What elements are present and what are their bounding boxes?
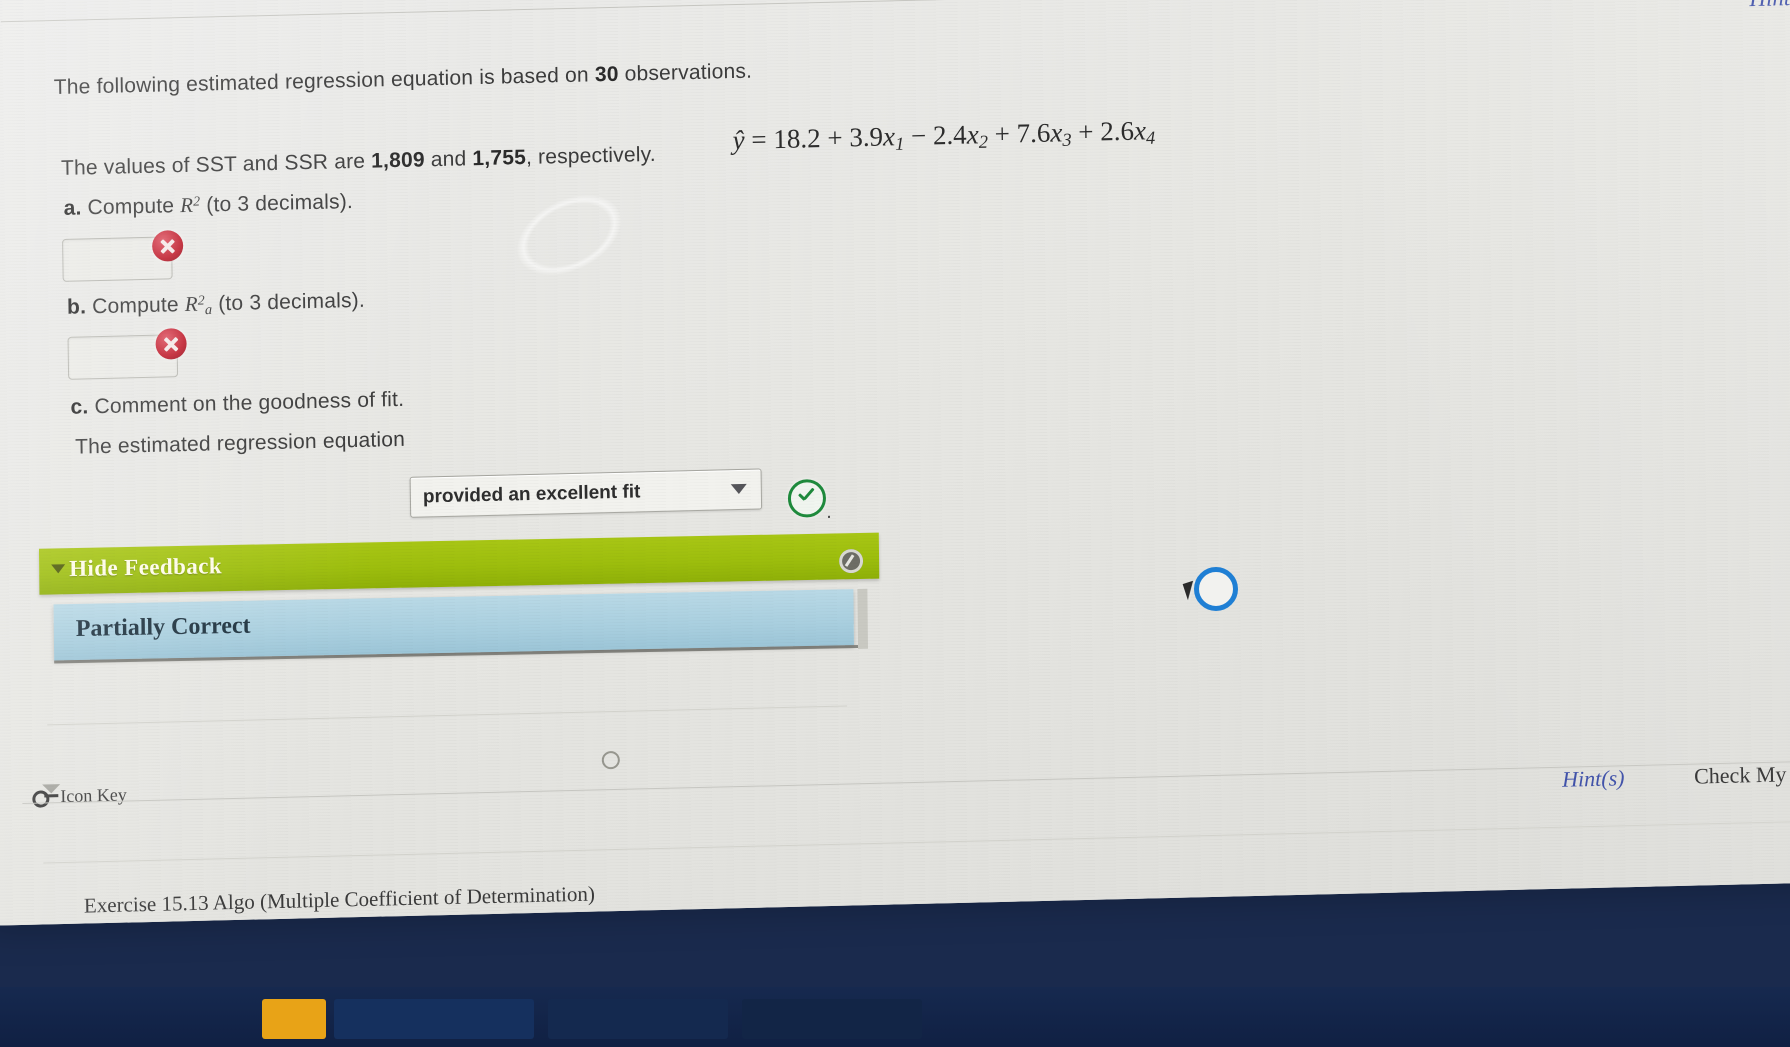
part-a-prompt: a. Compute R2 (to 3 decimals). bbox=[63, 189, 353, 221]
part-a-symbol: R2 bbox=[180, 192, 201, 218]
taskbar-item[interactable] bbox=[262, 999, 326, 1039]
part-a-text-after: (to 3 decimals). bbox=[200, 190, 354, 217]
sentence-period: . bbox=[825, 500, 832, 523]
eq-intercept: 18.2 bbox=[773, 123, 821, 155]
check-my-work-button[interactable]: Check My Work bbox=[1694, 760, 1790, 789]
sst-ssr-suffix: , respectively. bbox=[525, 142, 656, 169]
part-c-correct-icon bbox=[787, 478, 827, 518]
part-b-prompt: b. Compute R2a (to 3 decimals). bbox=[67, 288, 365, 323]
part-b-letter: b. bbox=[66, 295, 87, 319]
part-c-letter: c. bbox=[70, 395, 89, 419]
observations-count: 30 bbox=[594, 62, 619, 87]
problem-intro: The following estimated regression equat… bbox=[54, 60, 753, 100]
sst-ssr-statement: The values of SST and SSR are 1,809 and … bbox=[61, 143, 656, 181]
screen-glare bbox=[504, 179, 634, 291]
part-a-letter: a. bbox=[63, 196, 82, 220]
sst-value: 1,809 bbox=[371, 148, 425, 173]
hint-link-bottom[interactable]: Hint(s) bbox=[1562, 765, 1625, 792]
taskbar-item[interactable] bbox=[742, 999, 922, 1039]
screen-photo: Hint(s) The following estimated regressi… bbox=[0, 0, 1790, 1047]
icon-key-link[interactable]: Icon Key bbox=[60, 785, 127, 808]
sst-ssr-prefix: The values of SST and SSR are bbox=[60, 149, 372, 180]
taskbar-item[interactable] bbox=[334, 999, 534, 1039]
eq-b1: 3.9 bbox=[849, 121, 884, 153]
part-c-prompt: c. Comment on the goodness of fit. bbox=[70, 388, 404, 420]
hide-feedback-bar[interactable]: Hide Feedback bbox=[38, 532, 880, 595]
edit-pencil-icon[interactable] bbox=[838, 548, 864, 574]
problem-intro-prefix: The following estimated regression equat… bbox=[53, 63, 596, 100]
top-divider bbox=[0, 0, 1790, 23]
exercise-title: Exercise 15.13 Algo (Multiple Coefficien… bbox=[83, 881, 596, 918]
part-c-sentence-prefix: The estimated regression equation bbox=[74, 427, 406, 459]
part-c-text: Comment on the goodness of fit. bbox=[94, 387, 405, 419]
feedback-status-label: Partially Correct bbox=[75, 612, 251, 643]
part-b-text-after: (to 3 decimals). bbox=[212, 288, 366, 316]
triangle-down-icon bbox=[51, 564, 66, 574]
radio-marker-icon bbox=[601, 750, 620, 770]
ssr-value: 1,755 bbox=[472, 145, 527, 171]
hide-feedback-label: Hide Feedback bbox=[69, 553, 223, 582]
taskbar-item[interactable] bbox=[548, 999, 728, 1039]
chevron-down-icon[interactable] bbox=[730, 483, 747, 495]
os-taskbar bbox=[0, 987, 1790, 1047]
part-b-symbol: R2a bbox=[184, 291, 213, 319]
hint-link-top[interactable]: Hint(s) bbox=[1749, 0, 1790, 12]
browser-screen: Hint(s) The following estimated regressi… bbox=[0, 0, 1790, 926]
goodness-of-fit-select[interactable]: provided an excellent fit bbox=[409, 468, 763, 518]
click-highlight-ring bbox=[1194, 567, 1238, 611]
part-b-text-before: Compute bbox=[92, 293, 185, 319]
goodness-of-fit-selected-value: provided an excellent fit bbox=[422, 481, 641, 508]
assignment-page: Hint(s) The following estimated regressi… bbox=[0, 0, 1790, 926]
part-b-incorrect-icon bbox=[155, 328, 187, 360]
feedback-panel: Hide Feedback Partially Correct bbox=[38, 532, 880, 699]
feedback-separator bbox=[47, 705, 848, 726]
part-c-sentence: The estimated regression equation bbox=[75, 428, 405, 460]
part-a-text-before: Compute bbox=[87, 194, 181, 220]
bottom-divider bbox=[22, 760, 1790, 804]
problem-intro-suffix: observations. bbox=[618, 59, 753, 86]
footer-divider bbox=[43, 821, 1790, 864]
sst-ssr-mid: and bbox=[424, 147, 473, 172]
feedback-panel-edge bbox=[857, 588, 869, 650]
part-a-incorrect-icon bbox=[151, 230, 184, 262]
regression-equation: ŷ = 18.2 + 3.9x1 − 2.4x2 + 7.6x3 + 2.6x4 bbox=[732, 115, 1156, 156]
